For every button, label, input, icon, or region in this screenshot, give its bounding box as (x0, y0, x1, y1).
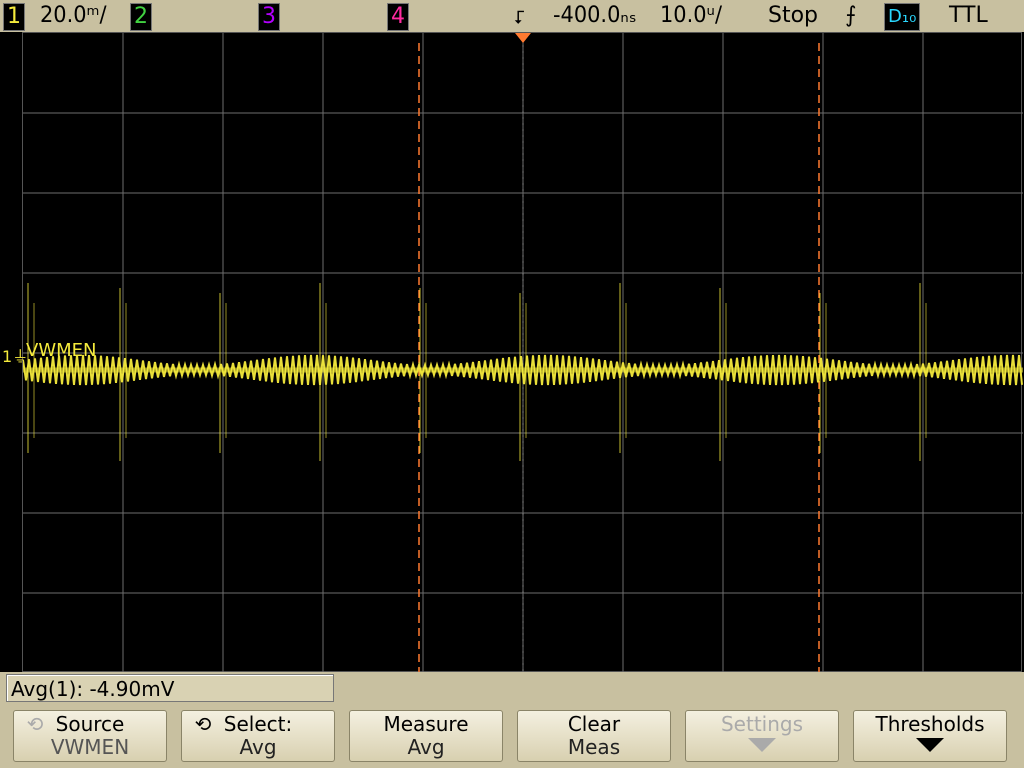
digital-channel-indicator[interactable]: D₁₀ (884, 3, 921, 31)
rotary-knob-icon: ⟲ (26, 712, 44, 736)
settings-softkey[interactable]: Settings (685, 710, 839, 762)
measurement-readout: Avg(1): -4.90mV (6, 674, 334, 702)
time-scale: 10.0ᵘ/ (660, 3, 723, 28)
trigger-position-icon: ⮦ (514, 7, 525, 28)
rotary-knob-icon: ⟲ (194, 712, 212, 736)
graticule (23, 33, 1023, 673)
source-softkey[interactable]: ⟲ Source VWMEN (13, 710, 167, 762)
channel-4-indicator[interactable]: 4 (387, 3, 409, 31)
waveform-display[interactable] (22, 32, 1023, 673)
channel-label: VWMEN (26, 340, 97, 361)
channel-1-ground-marker: 1⏚ (2, 347, 29, 366)
channel-1-indicator[interactable]: 1 (3, 3, 25, 31)
channel-3-indicator[interactable]: 3 (258, 3, 280, 31)
measure-softkey[interactable]: Measure Avg (349, 710, 503, 762)
trigger-edge-icon: ⨍ (845, 3, 857, 28)
down-arrow-icon (916, 738, 944, 752)
down-arrow-icon (748, 738, 776, 752)
trigger-position-marker (515, 33, 531, 43)
thresholds-softkey[interactable]: Thresholds (853, 710, 1007, 762)
channel-1-scale: 20.0ᵐ/ (40, 3, 107, 28)
status-bar: 1 20.0ᵐ/ 2 3 4 ⮦ -400.0ₙₛ 10.0ᵘ/ Stop ⨍ … (0, 0, 1024, 32)
run-state: Stop (768, 3, 819, 28)
select-softkey[interactable]: ⟲ Select: Avg (181, 710, 335, 762)
trigger-level: TTL (949, 3, 988, 28)
clear-meas-softkey[interactable]: Clear Meas (517, 710, 671, 762)
channel-2-indicator[interactable]: 2 (130, 3, 152, 31)
trigger-delay: -400.0ₙₛ (553, 3, 637, 28)
